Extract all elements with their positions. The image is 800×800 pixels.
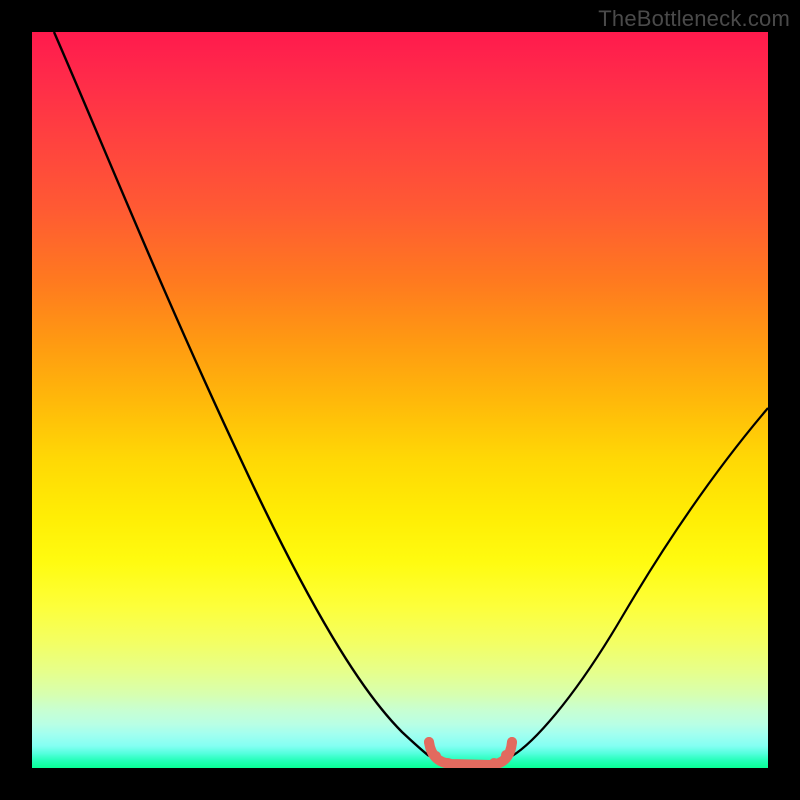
curve-layer	[32, 32, 768, 768]
curve-right-branch	[512, 408, 768, 756]
chart-frame: TheBottleneck.com	[0, 0, 800, 800]
valley-u-marker	[429, 742, 512, 765]
plot-area	[32, 32, 768, 768]
watermark-text: TheBottleneck.com	[598, 6, 790, 32]
curve-left-branch	[54, 32, 429, 756]
